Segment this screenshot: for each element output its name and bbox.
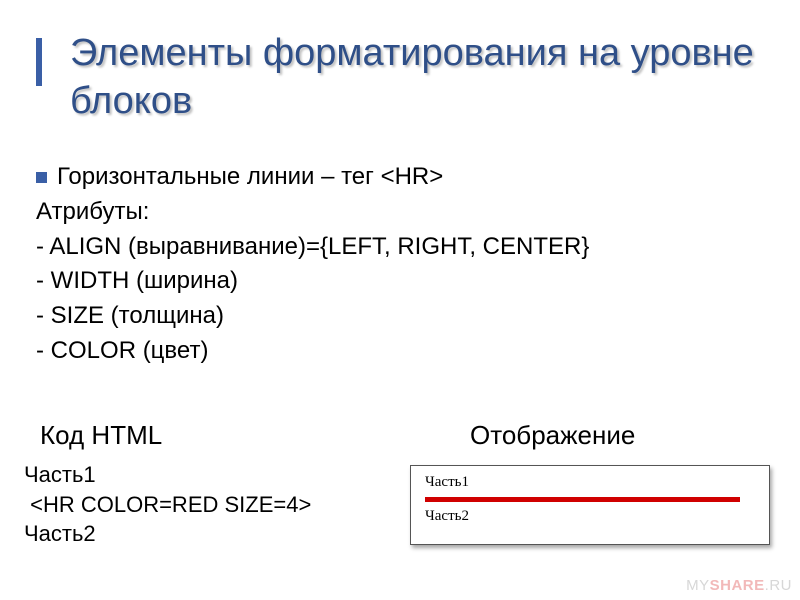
slide-title: Элементы форматирования на уровне блоков	[70, 30, 770, 125]
display-column-label: Отображение	[470, 420, 770, 451]
code-line-3: Часть2	[24, 521, 96, 546]
watermark: MYSHARE.RU	[686, 577, 792, 594]
columns-header: Код HTML Отображение	[40, 420, 770, 451]
attributes-label: Атрибуты:	[36, 195, 766, 230]
watermark-suffix: .RU	[765, 577, 792, 594]
rendered-output-box: Часть1 Часть2	[410, 465, 770, 545]
attr-width: WIDTH (ширина)	[36, 264, 766, 299]
bullet-hr-tag: Горизонтальные линии – тег <HR>	[36, 160, 766, 195]
bullet-hr-text: Горизонтальные линии – тег <HR>	[57, 160, 443, 195]
code-column-label: Код HTML	[40, 420, 470, 451]
attr-align: ALIGN (выравнивание)={LEFT, RIGHT, CENTE…	[36, 230, 766, 265]
title-accent-bar	[36, 38, 42, 86]
code-line-1: Часть1	[24, 462, 96, 487]
square-bullet-icon	[36, 172, 47, 183]
watermark-right: SHARE	[710, 577, 765, 594]
watermark-left: MY	[686, 577, 710, 594]
code-line-2: <HR COLOR=RED SIZE=4>	[24, 492, 311, 517]
attr-size: SIZE (толщина)	[36, 299, 766, 334]
slide-content: Горизонтальные линии – тег <HR> Атрибуты…	[36, 160, 766, 369]
rendered-part2: Часть2	[425, 508, 757, 525]
attr-color: COLOR (цвет)	[36, 334, 766, 369]
rendered-part1: Часть1	[425, 474, 757, 491]
html-code-example: Часть1 <HR COLOR=RED SIZE=4> Часть2	[24, 460, 311, 549]
rendered-hr	[425, 497, 740, 502]
